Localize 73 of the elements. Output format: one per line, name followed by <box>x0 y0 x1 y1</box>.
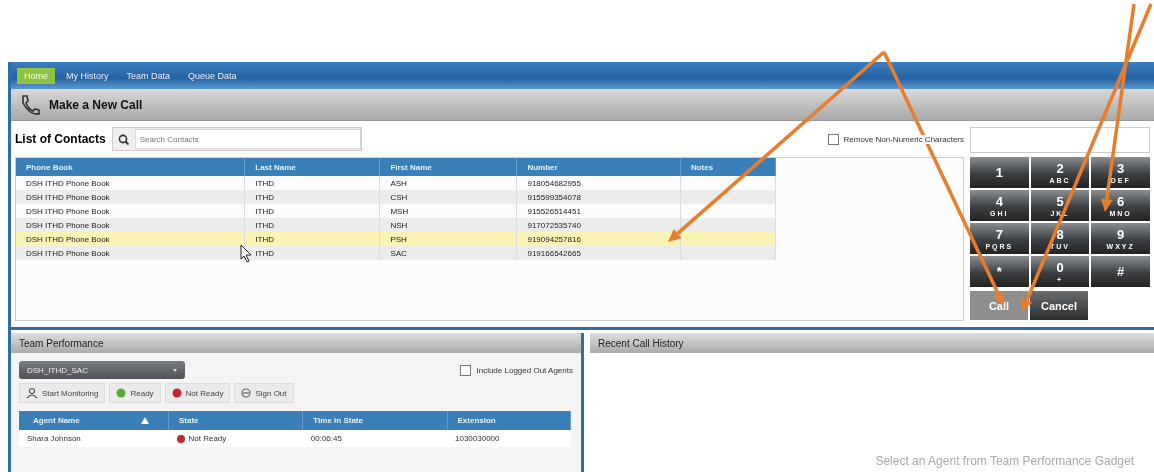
column-header[interactable]: Notes <box>680 158 776 176</box>
table-cell: 1030030000 <box>455 434 500 443</box>
column-header[interactable]: State <box>168 411 303 430</box>
table-cell: DSH ITHD Phone Book <box>26 220 110 230</box>
table-cell: NSH <box>390 220 408 230</box>
table-cell: 917072535740 <box>527 220 581 230</box>
phone-icon <box>19 93 41 116</box>
keypad-key[interactable]: # <box>1091 256 1150 287</box>
status-dot-icon <box>116 388 127 398</box>
table-cell: 915526514451 <box>527 206 581 216</box>
column-header[interactable]: Phone Book <box>16 158 245 176</box>
table-cell: DSH ITHD Phone Book <box>26 192 110 202</box>
table-cell: ASH <box>390 178 407 188</box>
table-cell: ITHD <box>255 220 274 230</box>
table-cell: ITHD <box>255 192 274 202</box>
column-header[interactable]: Time in State <box>302 411 447 430</box>
table-cell: 918054682955 <box>527 178 581 188</box>
panel-title: Recent Call History <box>598 337 684 349</box>
checkbox-label: Remove Non-Numeric Characters <box>843 134 964 144</box>
cancel-button[interactable]: Cancel <box>1030 291 1088 320</box>
table-row[interactable]: DSH ITHD Phone Book ITHD PSH 919094257816 <box>16 232 776 246</box>
table-cell: DSH ITHD Phone Book <box>26 206 110 216</box>
status-dot-icon <box>171 388 182 398</box>
table-cell: 915599354078 <box>527 192 581 202</box>
table-cell: 919166542665 <box>527 248 581 258</box>
table-cell: Shara Johnson <box>27 434 81 443</box>
cursor-icon <box>240 244 252 263</box>
checkbox-label: Include Logged Out Agents <box>476 365 573 375</box>
table-cell: ITHD <box>255 234 274 244</box>
keypad-key[interactable]: * <box>970 256 1029 287</box>
table-cell: Not Ready <box>188 434 227 443</box>
column-header[interactable]: Last Name <box>244 158 380 176</box>
column-header[interactable]: First Name <box>379 158 517 176</box>
sort-icon <box>141 417 149 425</box>
search-icon <box>118 133 130 145</box>
table-cell: ITHD <box>255 206 274 216</box>
nav-tab[interactable]: Queue Data <box>181 67 244 84</box>
column-header[interactable]: Number <box>516 158 681 176</box>
empty-message: Select an Agent from Team Performance Gadget <box>875 454 1134 468</box>
table-cell: 919094257816 <box>527 234 581 244</box>
table-cell: 00:06:45 <box>310 434 342 443</box>
checkbox[interactable] <box>460 364 472 376</box>
nav-tab[interactable]: My History <box>59 67 116 84</box>
table-cell: DSH ITHD Phone Book <box>26 248 110 258</box>
table-row[interactable]: DSH ITHD Phone Book ITHD NSH 917072535740 <box>16 218 776 232</box>
action-button[interactable]: Not Ready <box>164 383 231 403</box>
panel-title: Make a New Call <box>49 97 143 112</box>
table-row[interactable]: DSH ITHD Phone Book ITHD SAC 919166542665 <box>16 246 776 260</box>
table-cell: CSH <box>390 192 408 202</box>
person-icon <box>26 387 38 399</box>
action-button[interactable]: Ready <box>109 383 161 403</box>
action-button[interactable]: Start Monitoring <box>19 383 106 403</box>
column-header[interactable]: Extension <box>447 411 571 430</box>
table-cell: DSH ITHD Phone Book <box>26 178 110 188</box>
panel-header: Team Performance <box>11 333 581 353</box>
table-cell: SAC <box>390 248 407 258</box>
caret-icon <box>173 368 177 372</box>
nav-tab[interactable]: Team Data <box>119 67 178 84</box>
search-field[interactable]: Search Contacts <box>111 127 362 151</box>
checkbox[interactable] <box>827 133 839 145</box>
action-button[interactable]: Sign Out <box>234 383 294 403</box>
number-field[interactable] <box>970 127 1150 153</box>
table-cell: PSH <box>390 234 407 244</box>
section-label: List of Contacts <box>15 132 106 146</box>
sign-out-icon <box>241 388 252 398</box>
table-cell: ITHD <box>255 248 274 258</box>
team-dropdown[interactable]: DSH_ITHD_SAC <box>19 361 185 379</box>
table-row[interactable]: DSH ITHD Phone Book ITHD CSH 915599354078 <box>16 190 776 204</box>
table-cell: DSH ITHD Phone Book <box>26 234 110 244</box>
column-header[interactable]: Agent Name <box>19 411 169 430</box>
keypad-key[interactable]: 1 <box>970 157 1029 188</box>
table-cell: ITHD <box>255 178 274 188</box>
table-cell: MSH <box>390 206 409 216</box>
